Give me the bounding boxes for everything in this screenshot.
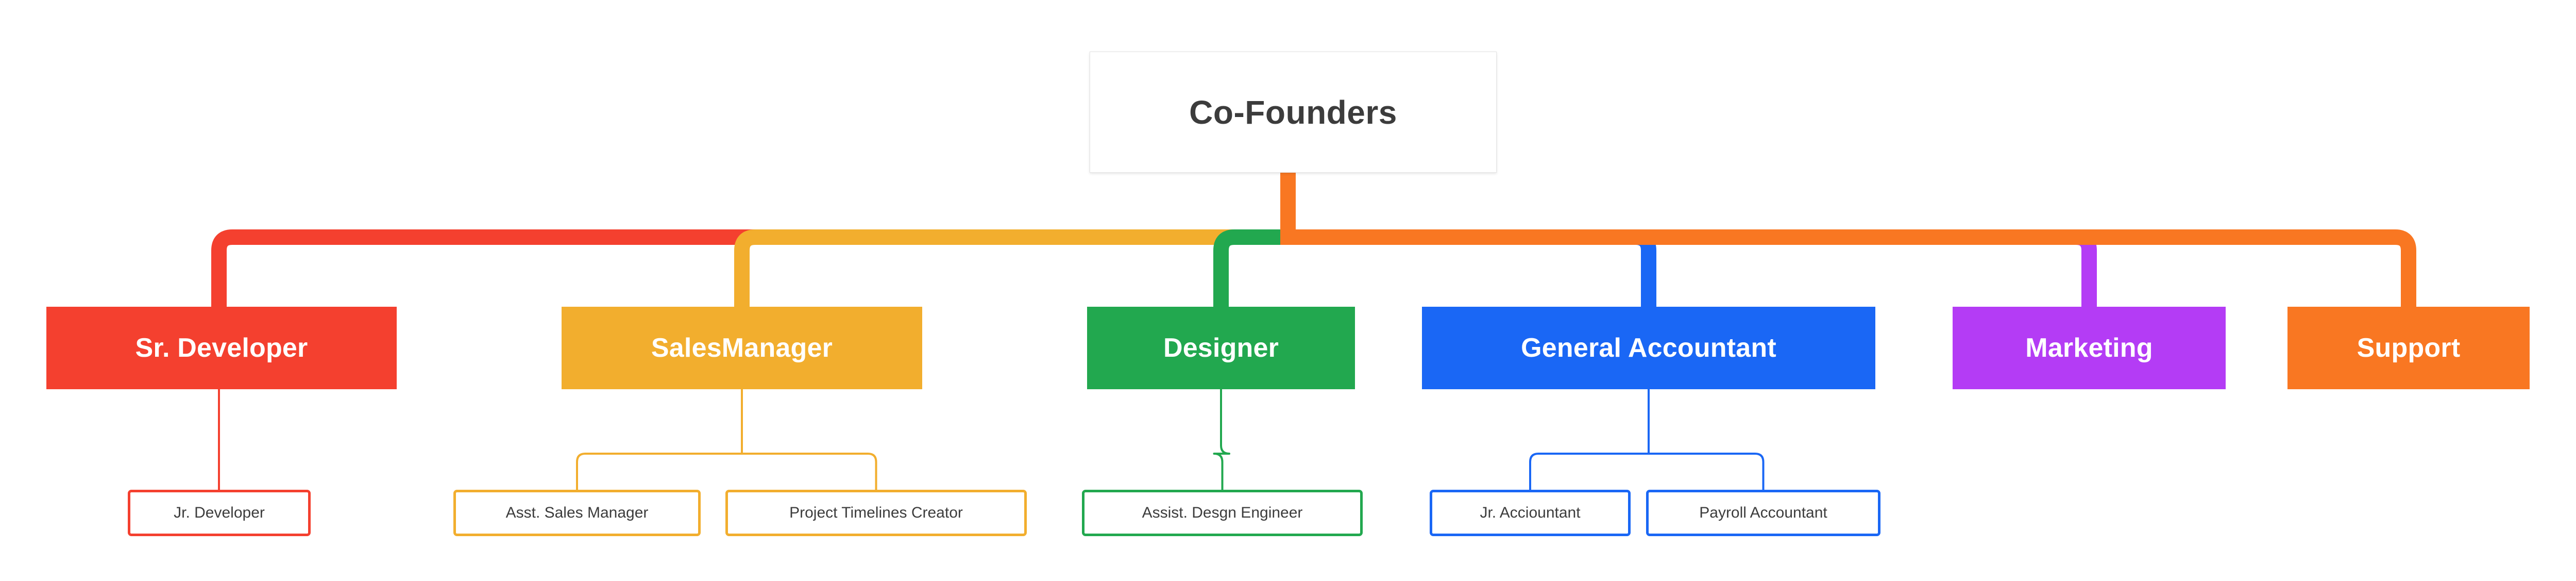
department-node-label: Designer xyxy=(1163,333,1279,363)
connector-sales-manager-to-project-timelines-creator xyxy=(742,453,877,490)
root-node-label: Co-Founders xyxy=(1189,93,1397,131)
connector-general-accountant-to-jr-acciountant xyxy=(1529,453,1649,490)
department-node-sr-developer[interactable]: Sr. Developer xyxy=(46,307,397,389)
department-node-label: SalesManager xyxy=(651,333,833,363)
primary-connectors xyxy=(211,173,2416,307)
connector-general-accountant-to-payroll-accountant xyxy=(1649,453,1765,490)
connector-root-to-designer xyxy=(1213,229,1288,307)
department-node-marketing[interactable]: Marketing xyxy=(1953,307,2226,389)
connector-root-to-general-accountant xyxy=(1288,229,1656,307)
department-node-label: Support xyxy=(2357,333,2461,363)
connector-sales-manager-to-asst-sales-manager xyxy=(576,453,742,490)
connector-designer-to-assist-desgn-engineer xyxy=(1213,389,1230,490)
department-node-general-accountant[interactable]: General Accountant xyxy=(1422,307,1875,389)
sub-role-node-jr-acciountant[interactable]: Jr. Acciountant xyxy=(1430,490,1631,536)
connector-root-to-sales-manager xyxy=(734,229,1288,307)
connector-root-to-sr-developer xyxy=(211,229,1288,307)
sub-role-node-label: Jr. Acciountant xyxy=(1480,504,1581,521)
sub-role-node-label: Assist. Desgn Engineer xyxy=(1142,504,1303,521)
sub-role-node-assist-desgn-engineer[interactable]: Assist. Desgn Engineer xyxy=(1082,490,1363,536)
sub-role-node-payroll-accountant[interactable]: Payroll Accountant xyxy=(1646,490,1880,536)
org-chart-canvas: Co-Founders Sr. Developer SalesManager Des… xyxy=(0,0,2576,581)
sub-role-node-label: Jr. Developer xyxy=(174,504,265,521)
department-node-sales-manager[interactable]: SalesManager xyxy=(562,307,922,389)
department-node-label: Marketing xyxy=(2025,333,2153,363)
department-node-designer[interactable]: Designer xyxy=(1087,307,1355,389)
sub-role-node-label: Asst. Sales Manager xyxy=(505,504,649,521)
root-node-co-founders[interactable]: Co-Founders xyxy=(1090,52,1497,173)
department-node-label: General Accountant xyxy=(1521,333,1776,363)
department-node-label: Sr. Developer xyxy=(135,333,308,363)
secondary-connectors xyxy=(218,389,1765,490)
department-node-support[interactable]: Support xyxy=(2287,307,2530,389)
sub-role-node-label: Payroll Accountant xyxy=(1699,504,1827,521)
sub-role-node-project-timelines-creator[interactable]: Project Timelines Creator xyxy=(725,490,1027,536)
sub-role-node-jr-developer[interactable]: Jr. Developer xyxy=(128,490,311,536)
connector-root-to-support xyxy=(1288,229,2416,307)
sub-role-node-asst-sales-manager[interactable]: Asst. Sales Manager xyxy=(453,490,701,536)
sub-role-node-label: Project Timelines Creator xyxy=(789,504,963,521)
connector-root-to-marketing xyxy=(1288,229,2097,307)
